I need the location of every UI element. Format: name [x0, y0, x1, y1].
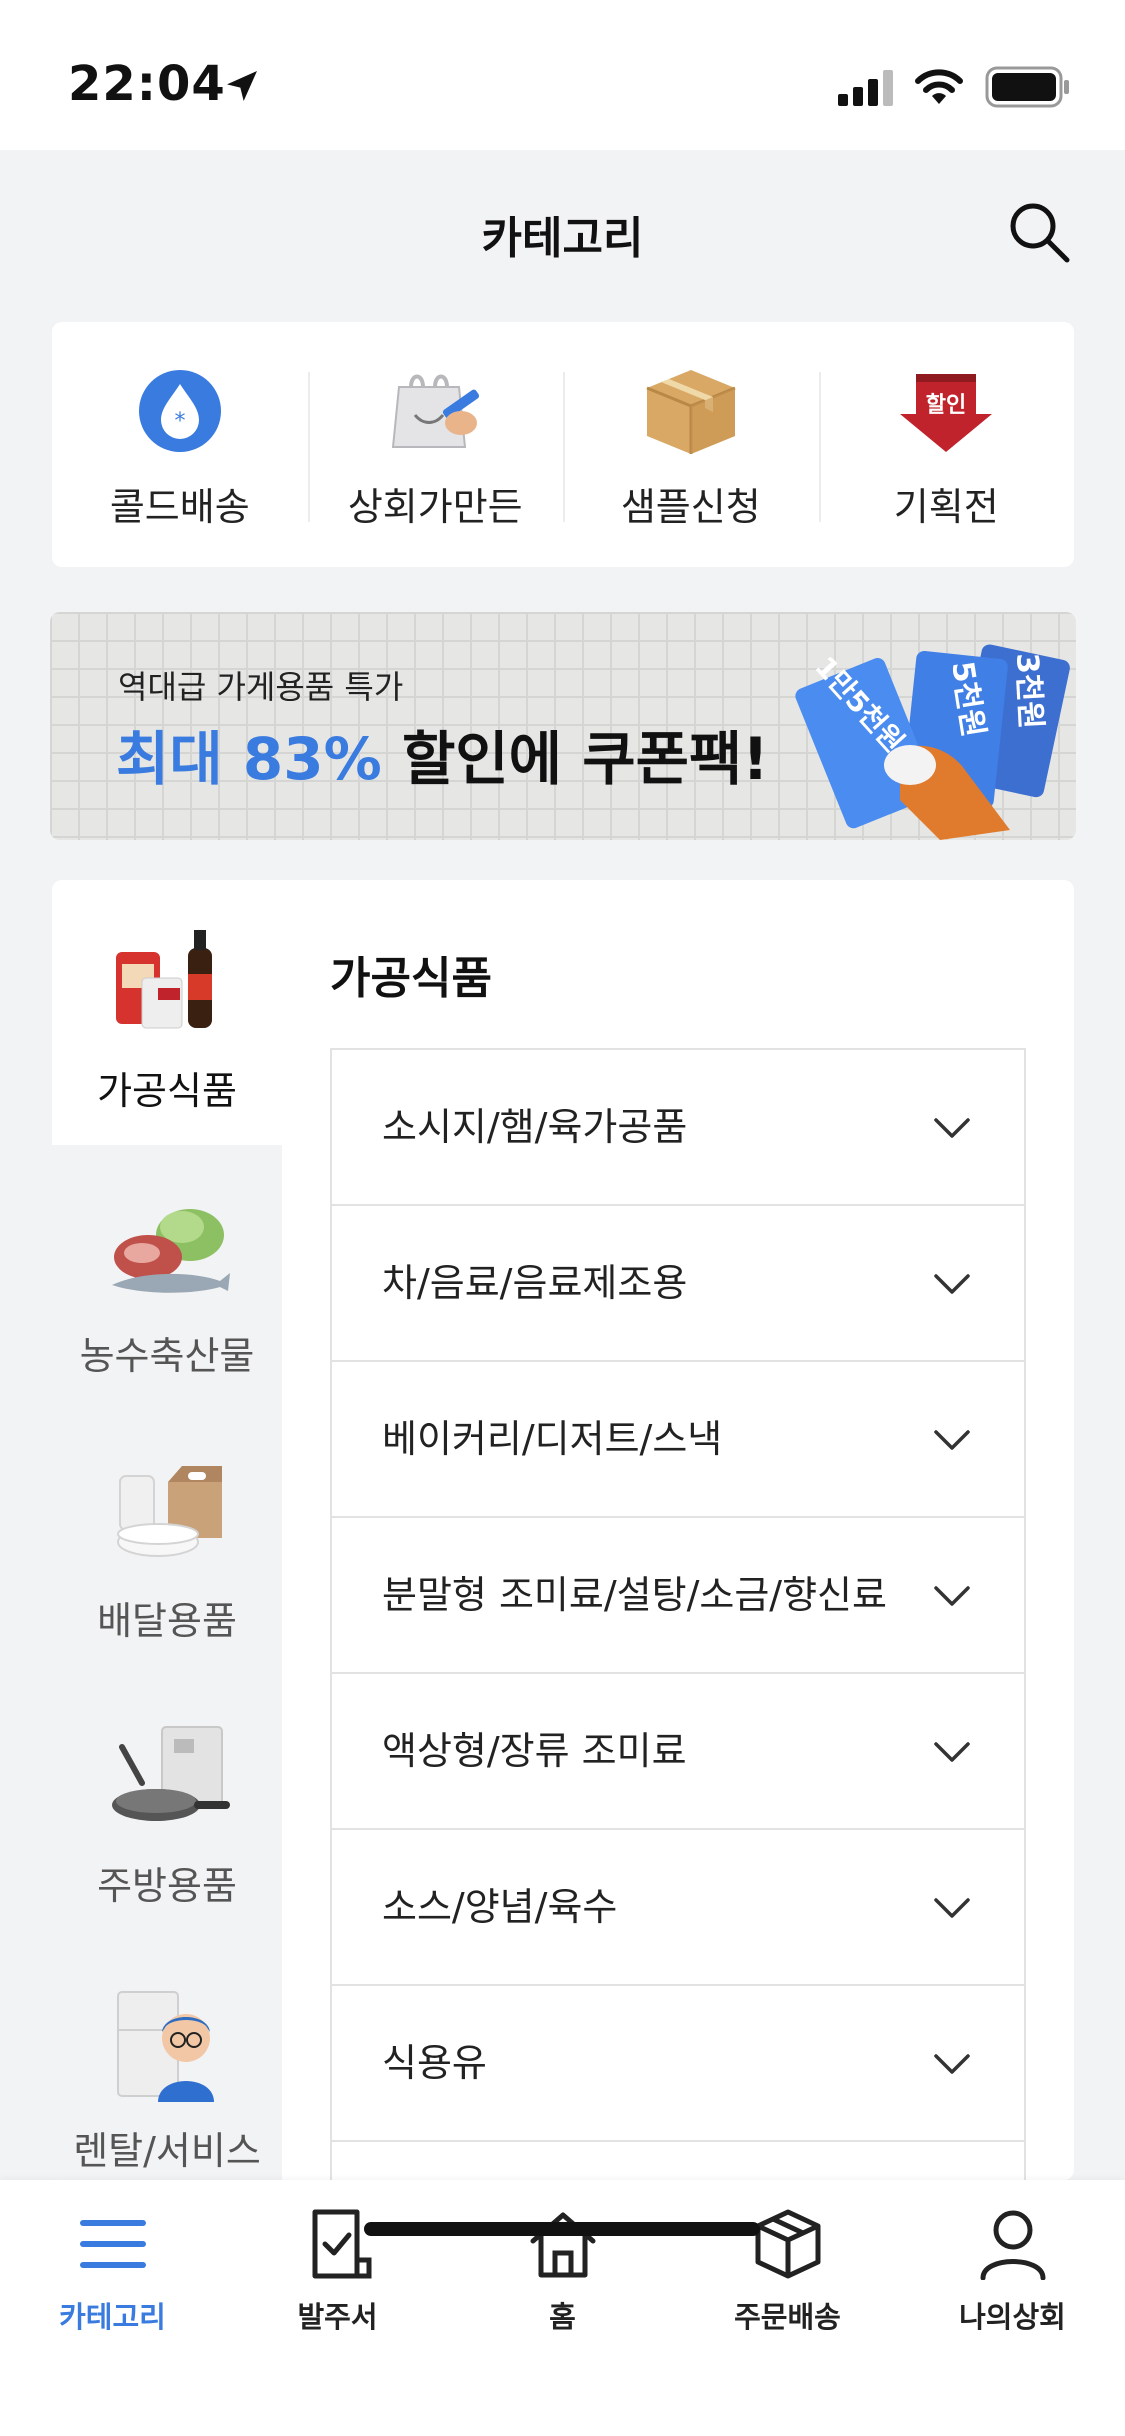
- subcategory-row[interactable]: 베이커리/디저트/스낵: [332, 1362, 1024, 1518]
- search-icon: [1010, 203, 1070, 263]
- sidebar-item-processed-food[interactable]: 가공식품: [52, 880, 282, 1145]
- sale-badge-text: 할인: [926, 393, 966, 418]
- quick-item-special-exhibition[interactable]: 할인 기획전: [818, 322, 1075, 567]
- rental-service-thumbnail: [117, 1991, 214, 2102]
- sidebar-item-label: 렌탈/서비스: [73, 2129, 261, 2173]
- promo-banner[interactable]: 역대급 가게용품 특가 최대 83% 할인에 쿠폰팩! 3천원 5천원 1만5천…: [50, 612, 1076, 840]
- subcategory-label: 베이커리/디저트/스낵: [382, 1417, 723, 1461]
- quick-item-sample-request[interactable]: 샘플신청: [563, 322, 819, 567]
- status-bar: 22:04: [0, 0, 1125, 150]
- sidebar-item-label: 가공식품: [97, 1069, 237, 1113]
- banner-subtitle: 역대급 가게용품 특가: [118, 668, 404, 706]
- banner-headline: 최대 83% 할인에 쿠폰팩!: [116, 712, 769, 796]
- bag-pen-icon: [385, 366, 485, 456]
- subcategory-row[interactable]: 소스/양념/육수: [332, 1830, 1024, 1986]
- kitchen-supplies-thumbnail: [112, 1726, 230, 1821]
- sidebar-item-delivery-supplies[interactable]: 배달용품: [52, 1410, 282, 1675]
- tab-my-store[interactable]: 나의상회: [900, 2180, 1125, 2350]
- subcategory-list: 소시지/햄/육가공품 차/음료/음료제조용 베이커리/디저트/스낵 분말형 조미…: [330, 1048, 1026, 2180]
- home-icon: [523, 2204, 603, 2284]
- quick-menu: * 콜드배송 상회가만든 샘플신청 할인 기획전: [52, 322, 1074, 567]
- sidebar-item-agri-fishery-livestock[interactable]: 농수축산물: [52, 1145, 282, 1410]
- subcategory-label: 식용유: [382, 2041, 487, 2085]
- quick-item-cold-delivery[interactable]: * 콜드배송: [52, 322, 308, 567]
- svg-text:*: *: [174, 409, 185, 434]
- subcategory-row[interactable]: 액상형/장류 조미료: [332, 1674, 1024, 1830]
- subcategory-label: 소스/양념/육수: [382, 1885, 618, 1929]
- banner-headline-rest: 할인에 쿠폰팩!: [381, 725, 769, 793]
- produce-thumbnail: [112, 1209, 230, 1293]
- subcategory-row[interactable]: 분말형 조미료/설탕/소금/향신료: [332, 1518, 1024, 1674]
- quick-item-label: 기획전: [893, 485, 999, 529]
- tab-category[interactable]: 카테고리: [0, 2180, 225, 2350]
- user-icon: [973, 2204, 1053, 2284]
- delivery-supplies-thumbnail: [117, 1466, 222, 1557]
- tab-order-sheet[interactable]: 발주서: [225, 2180, 450, 2350]
- subcategory-label: 차/음료/음료제조용: [382, 1261, 688, 1305]
- package-icon: [748, 2204, 828, 2284]
- sidebar-item-label: 주방용품: [97, 1864, 237, 1908]
- location-arrow-icon: [227, 71, 257, 101]
- processed-food-thumbnail: [116, 930, 212, 1029]
- cold-delivery-drop-icon: *: [130, 366, 230, 456]
- banner-headline-highlight: 최대 83%: [116, 725, 382, 793]
- sale-badge-icon: 할인: [896, 366, 996, 456]
- search-button[interactable]: [1005, 198, 1075, 268]
- subcategory-row[interactable]: 식용유: [332, 1986, 1024, 2142]
- tab-label: 나의상회: [959, 2300, 1066, 2334]
- quick-item-label: 상회가만든: [347, 485, 523, 529]
- subcategory-label: 소시지/햄/육가공품: [382, 1105, 688, 1149]
- chevron-down-icon: [934, 1430, 970, 1450]
- category-sidebar: 가공식품 농수축산물 배달용품 주방용품 렌탈/서비스: [52, 880, 282, 2180]
- menu-icon: [73, 2204, 153, 2284]
- box-icon: [641, 366, 741, 456]
- sidebar-item-label: 배달용품: [97, 1599, 237, 1643]
- quick-item-label: 콜드배송: [109, 485, 250, 529]
- chevron-down-icon: [934, 2054, 970, 2074]
- bottom-tab-bar: 카테고리 발주서 홈 주문배송 나의상회: [0, 2180, 1125, 2436]
- tab-label: 주문배송: [734, 2300, 841, 2334]
- cellular-signal-icon: [838, 70, 893, 106]
- coupon-value: 3천원: [1009, 652, 1048, 730]
- tab-label: 홈: [549, 2300, 576, 2334]
- subcategory-row[interactable]: 소시지/햄/육가공품: [332, 1050, 1024, 1206]
- header: 카테고리: [0, 150, 1125, 320]
- tab-home[interactable]: 홈: [450, 2180, 675, 2350]
- home-indicator: [364, 2222, 760, 2236]
- tab-order-delivery[interactable]: 주문배송: [675, 2180, 900, 2350]
- chevron-down-icon: [934, 1586, 970, 1606]
- coupon-pack-illustration: 3천원 5천원 1만5천원: [795, 644, 1070, 840]
- sidebar-item-label: 농수축산물: [79, 1334, 255, 1378]
- quick-item-sanghoe-made[interactable]: 상회가만든: [307, 322, 564, 567]
- status-time: 22:04: [68, 56, 226, 112]
- subcategory-row[interactable]: 차/음료/음료제조용: [332, 1206, 1024, 1362]
- category-panel: 가공식품 농수축산물 배달용품 주방용품 렌탈/서비스 가공식품 소시지/햄/육…: [52, 880, 1074, 2180]
- chevron-down-icon: [934, 1742, 970, 1762]
- category-title: 가공식품: [330, 953, 492, 1004]
- subcategory-row-partial[interactable]: [332, 2142, 1024, 2180]
- page-title: 카테고리: [481, 213, 644, 264]
- tab-label: 카테고리: [59, 2300, 166, 2334]
- order-sheet-icon: [298, 2204, 378, 2284]
- tab-label: 발주서: [297, 2300, 378, 2334]
- sidebar-item-rental-service[interactable]: 렌탈/서비스: [52, 1940, 282, 2180]
- sidebar-item-kitchen-supplies[interactable]: 주방용품: [52, 1675, 282, 1940]
- chevron-down-icon: [934, 1274, 970, 1294]
- chevron-down-icon: [934, 1118, 970, 1138]
- subcategory-label: 분말형 조미료/설탕/소금/향신료: [382, 1573, 887, 1617]
- battery-icon: [985, 66, 1069, 108]
- wifi-icon: [915, 69, 963, 104]
- subcategory-label: 액상형/장류 조미료: [382, 1729, 687, 1773]
- chevron-down-icon: [934, 1898, 970, 1918]
- quick-item-label: 샘플신청: [620, 485, 761, 529]
